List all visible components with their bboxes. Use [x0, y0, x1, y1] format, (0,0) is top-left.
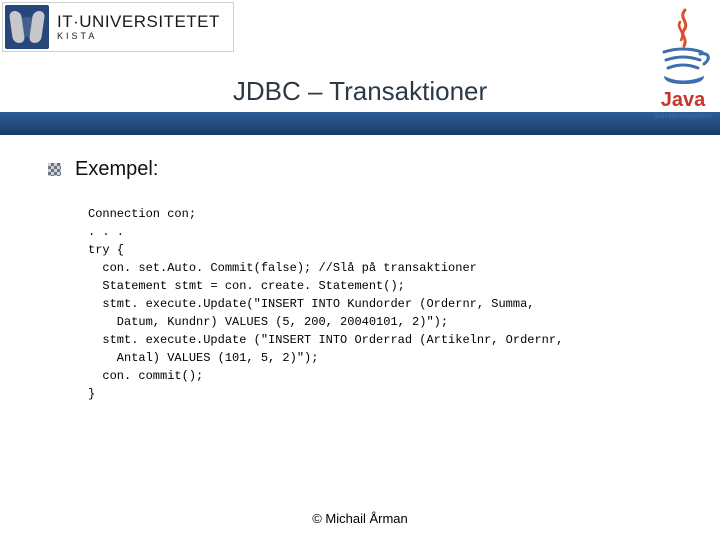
- logo-sub-text: KISTA: [57, 32, 220, 41]
- bullet-row: Exempel:: [48, 158, 672, 181]
- code-block: Connection con; . . . try { con. set.Aut…: [88, 205, 672, 403]
- slide-title: JDBC – Transaktioner: [0, 76, 720, 107]
- logo-text: IT·UNIVERSITETET KISTA: [57, 13, 220, 41]
- university-logo: IT·UNIVERSITETET KISTA: [2, 2, 234, 52]
- java-logo-icon: Java Sun Microsystems: [650, 2, 716, 130]
- header-band: [0, 112, 720, 135]
- footer-copyright: © Michail Årman: [0, 511, 720, 526]
- svg-text:Sun Microsystems: Sun Microsystems: [654, 113, 712, 120]
- bullet-icon: [48, 163, 61, 176]
- svg-text:Java: Java: [661, 89, 706, 111]
- bullet-label: Exempel:: [75, 158, 158, 181]
- logo-main-text: IT·UNIVERSITETET: [57, 13, 220, 30]
- logo-mark-icon: [5, 5, 49, 49]
